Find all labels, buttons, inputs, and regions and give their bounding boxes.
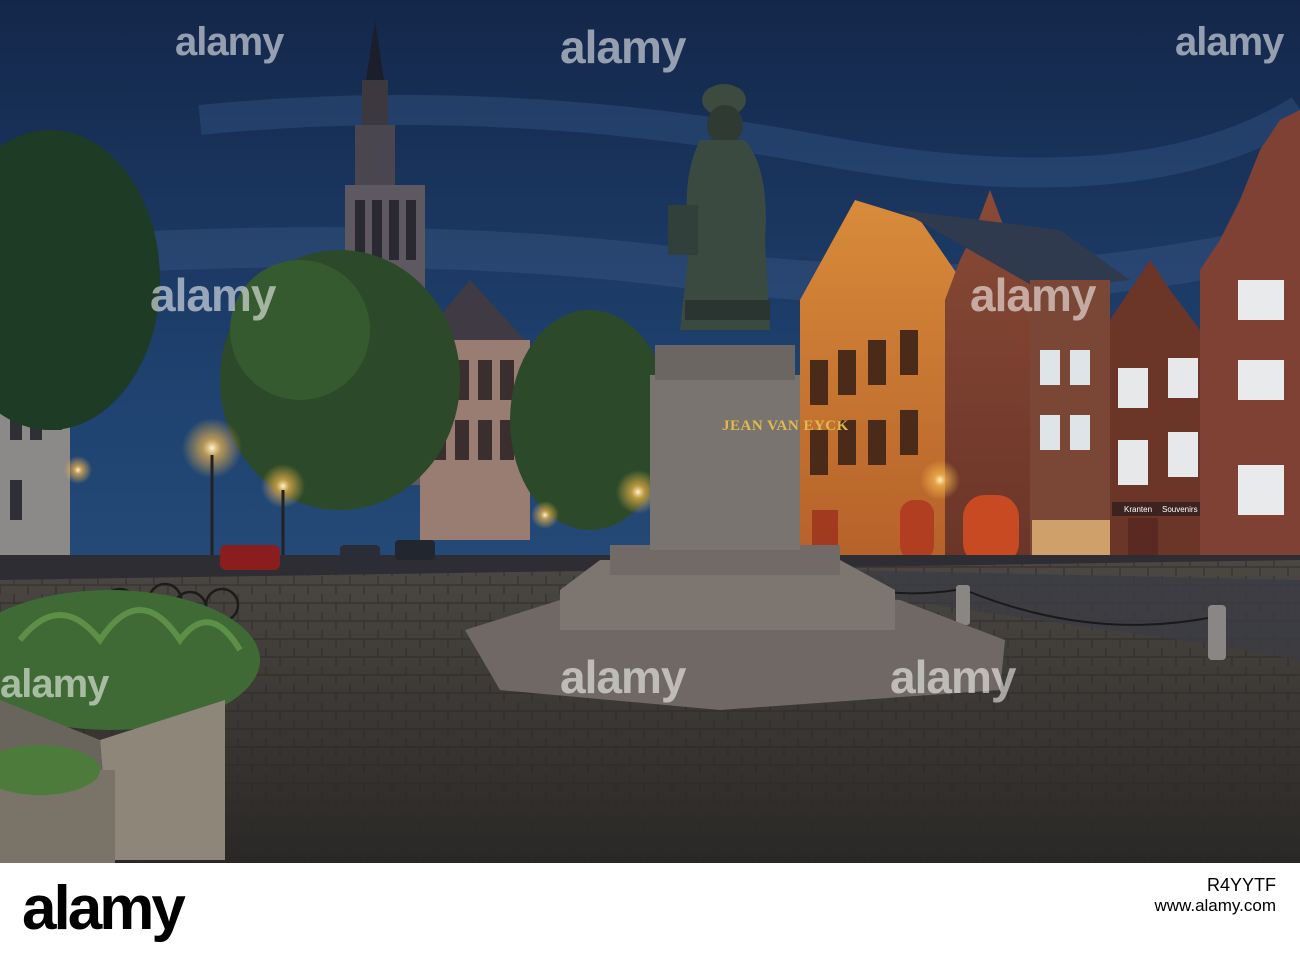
night-square-scene: Kranten Souvenirs JEAN VAN EYCK: [0, 0, 1300, 863]
image-id: R4YYTF: [1206, 875, 1276, 895]
watermark: alamy: [1175, 20, 1284, 64]
watermark: alamy: [560, 651, 686, 703]
watermark: alamy: [970, 269, 1096, 321]
watermark: alamy: [560, 21, 686, 73]
watermark: alamy: [150, 269, 276, 321]
planters: [0, 590, 260, 863]
watermark: alamy: [175, 20, 284, 64]
watermark: alamy: [890, 651, 1016, 703]
watermark: alamy: [0, 662, 109, 706]
shop-sign-kranten: Kranten: [1124, 505, 1152, 514]
photo: Kranten Souvenirs JEAN VAN EYCK alamy al…: [0, 0, 1300, 863]
shop-sign-souvenirs: Souvenirs: [1162, 505, 1198, 514]
site-url[interactable]: www.alamy.com: [1154, 896, 1276, 916]
image-id-block: R4YYTF www.alamy.com: [1154, 875, 1276, 916]
statue-inscription: JEAN VAN EYCK: [722, 418, 849, 434]
brand-logo[interactable]: alamy: [22, 873, 186, 944]
red-car: [220, 545, 280, 570]
footer-bar: alamy R4YYTF www.alamy.com: [0, 863, 1300, 953]
